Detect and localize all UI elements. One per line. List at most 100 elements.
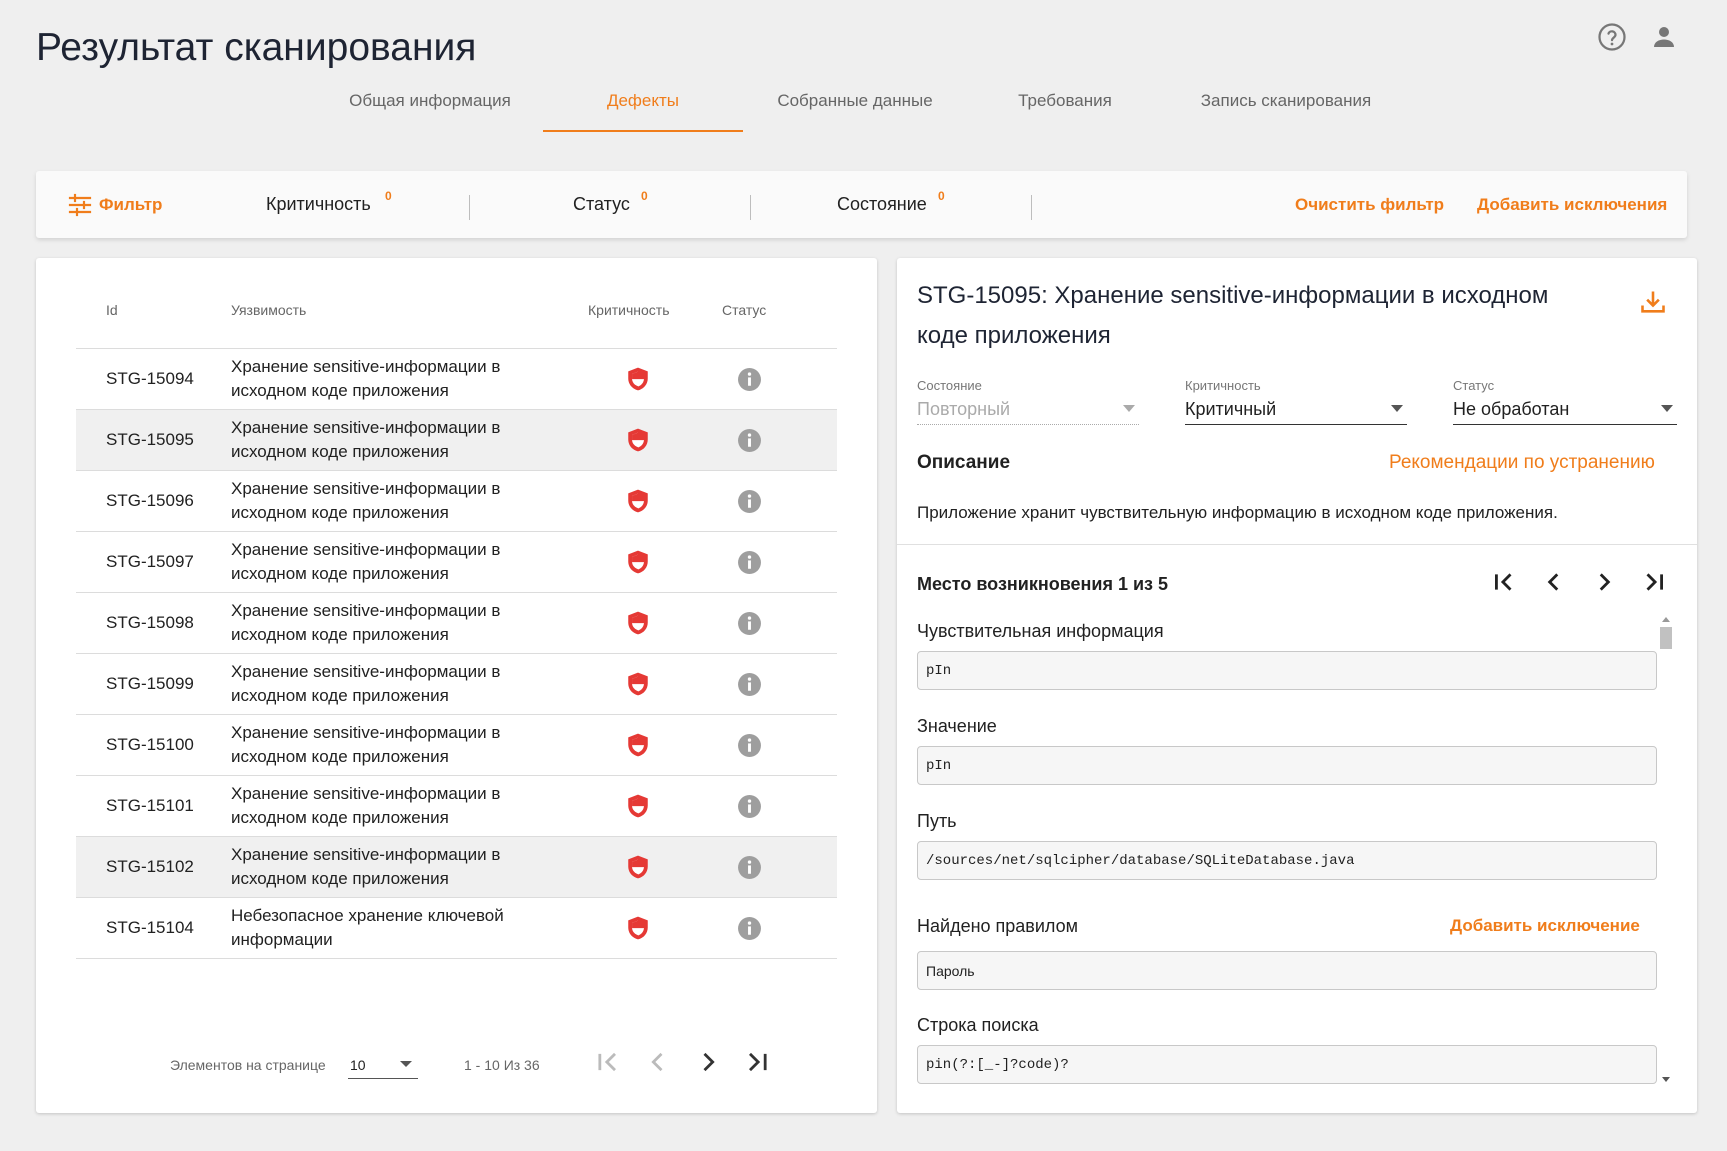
- filter-label: Фильтр: [99, 194, 163, 214]
- rule-field[interactable]: Пароль: [917, 951, 1657, 990]
- info-icon: [738, 917, 761, 940]
- state-filter-label: Состояние: [837, 194, 927, 214]
- add-exclusions-button[interactable]: Добавить исключения: [1477, 171, 1667, 238]
- scrollbar[interactable]: [1657, 615, 1675, 1085]
- column-header-status[interactable]: Статус: [722, 302, 766, 318]
- table-row[interactable]: STG-15104 Небезопасное хранение ключевой …: [76, 898, 837, 959]
- row-vulnerability: Хранение sensitive-информации в исходном…: [231, 418, 501, 461]
- table-row[interactable]: STG-15095 Хранение sensitive-информации в…: [76, 410, 837, 471]
- criticality-select[interactable]: Критичный: [1185, 394, 1407, 425]
- pagination-range: 1 - 10 Из 36: [464, 1057, 540, 1073]
- tab-collected-data[interactable]: Собранные данные: [765, 86, 945, 130]
- status-filter-label: Статус: [573, 194, 630, 214]
- table-row[interactable]: STG-15097 Хранение sensitive-информации в…: [76, 532, 837, 593]
- recommendations-link[interactable]: Рекомендации по устранению: [1389, 452, 1655, 474]
- shield-icon: [628, 428, 648, 452]
- path-field[interactable]: /sources/net/sqlcipher/database/SQLiteDa…: [917, 841, 1657, 880]
- status-filter-count: 0: [641, 189, 648, 203]
- row-id: STG-15095: [106, 430, 194, 449]
- add-exclusion-button[interactable]: Добавить исключение: [1450, 916, 1640, 936]
- scroll-up-icon[interactable]: [1662, 617, 1670, 622]
- row-id: STG-15102: [106, 857, 194, 876]
- info-icon: [738, 368, 761, 391]
- defect-detail-panel: STG-15095: Хранение sensitive-информации…: [897, 258, 1697, 1113]
- path-label: Путь: [917, 811, 957, 831]
- items-per-page-label: Элементов на странице: [170, 1057, 326, 1073]
- items-per-page-value: 10: [350, 1057, 366, 1073]
- download-icon[interactable]: [1639, 288, 1667, 316]
- last-page-icon[interactable]: [743, 1048, 771, 1076]
- description-text: Приложение хранит чувствительную информа…: [917, 503, 1558, 522]
- occurrence-section: Место возникновения 1 из 5 Чувствительна…: [897, 544, 1697, 1113]
- table-row[interactable]: STG-15102 Хранение sensitive-информации в…: [76, 837, 837, 898]
- status-select-value: Не обработан: [1453, 399, 1570, 419]
- help-icon[interactable]: [1597, 22, 1627, 52]
- row-id: STG-15101: [106, 796, 194, 815]
- shield-icon: [628, 733, 648, 757]
- table-row[interactable]: STG-15100 Хранение sensitive-информации в…: [76, 715, 837, 776]
- state-filter[interactable]: Состояние: [837, 171, 927, 238]
- row-vulnerability: Хранение sensitive-информации в исходном…: [231, 357, 501, 400]
- table-row[interactable]: STG-15098 Хранение sensitive-информации в…: [76, 593, 837, 654]
- row-id: STG-15099: [106, 674, 194, 693]
- previous-occurrence-icon[interactable]: [1541, 569, 1567, 595]
- table-row[interactable]: STG-15094 Хранение sensitive-информации в…: [76, 349, 837, 410]
- filter-button[interactable]: Фильтр: [68, 171, 162, 238]
- last-occurrence-icon[interactable]: [1641, 569, 1667, 595]
- sensitive-info-label: Чувствительная информация: [917, 621, 1164, 641]
- tab-general-info[interactable]: Общая информация: [340, 86, 520, 130]
- divider: [1031, 195, 1032, 220]
- sensitive-info-field[interactable]: pIn: [917, 651, 1657, 690]
- tab-requirements[interactable]: Требования: [995, 86, 1135, 130]
- search-string-label: Строка поиска: [917, 1015, 1039, 1035]
- occurrence-heading: Место возникновения 1 из 5: [917, 574, 1169, 594]
- chevron-down-icon: [1661, 405, 1673, 412]
- add-exclusions-label: Добавить исключения: [1477, 194, 1668, 214]
- next-page-icon[interactable]: [694, 1048, 722, 1076]
- sliders-icon: [68, 193, 92, 216]
- info-icon: [738, 673, 761, 696]
- row-id: STG-15097: [106, 552, 194, 571]
- search-string-field[interactable]: pin(?:[_-]?code)?: [917, 1045, 1657, 1084]
- tab-defects[interactable]: Дефекты: [543, 86, 743, 132]
- info-icon: [738, 734, 761, 757]
- status-filter[interactable]: Статус: [573, 171, 630, 238]
- user-icon[interactable]: [1649, 22, 1679, 52]
- row-id: STG-15098: [106, 613, 194, 632]
- chevron-down-icon: [400, 1061, 412, 1067]
- value-field[interactable]: pIn: [917, 746, 1657, 785]
- status-select[interactable]: Не обработан: [1453, 394, 1677, 425]
- scroll-down-icon[interactable]: [1662, 1077, 1670, 1082]
- state-select: Повторный: [917, 394, 1139, 425]
- row-id: STG-15094: [106, 369, 194, 388]
- filter-bar: Фильтр Критичность 0 Статус 0 Состояние …: [36, 171, 1687, 238]
- column-header-vulnerability[interactable]: Уязвимость: [231, 302, 306, 318]
- row-vulnerability: Небезопасное хранение ключевой информаци…: [231, 906, 504, 949]
- first-occurrence-icon[interactable]: [1491, 569, 1517, 595]
- row-vulnerability: Хранение sensitive-информации в исходном…: [231, 479, 501, 522]
- row-id: STG-15100: [106, 735, 194, 754]
- previous-page-icon[interactable]: [644, 1048, 672, 1076]
- scrollbar-thumb[interactable]: [1660, 627, 1672, 649]
- info-icon: [738, 856, 761, 879]
- table-row[interactable]: STG-15099 Хранение sensitive-информации в…: [76, 654, 837, 715]
- defects-list-panel: Id Уязвимость Критичность Статус STG-150…: [36, 258, 877, 1113]
- criticality-filter[interactable]: Критичность: [266, 171, 371, 238]
- value-label: Значение: [917, 716, 997, 736]
- info-icon: [738, 551, 761, 574]
- shield-icon: [628, 367, 648, 391]
- tab-scan-record[interactable]: Запись сканирования: [1186, 86, 1386, 130]
- items-per-page-select[interactable]: 10: [348, 1048, 418, 1079]
- column-header-id[interactable]: Id: [106, 302, 118, 318]
- clear-filter-button[interactable]: Очистить фильтр: [1295, 171, 1444, 238]
- first-page-icon[interactable]: [594, 1048, 622, 1076]
- table-row[interactable]: STG-15096 Хранение sensitive-информации в…: [76, 471, 837, 532]
- next-occurrence-icon[interactable]: [1591, 569, 1617, 595]
- table-header: Id Уязвимость Критичность Статус: [76, 302, 836, 338]
- page-title: Результат сканирования: [36, 26, 477, 69]
- column-header-criticality[interactable]: Критичность: [588, 302, 670, 318]
- shield-icon: [628, 489, 648, 513]
- shield-icon: [628, 672, 648, 696]
- table-row[interactable]: STG-15101 Хранение sensitive-информации в…: [76, 776, 837, 837]
- info-icon: [738, 612, 761, 635]
